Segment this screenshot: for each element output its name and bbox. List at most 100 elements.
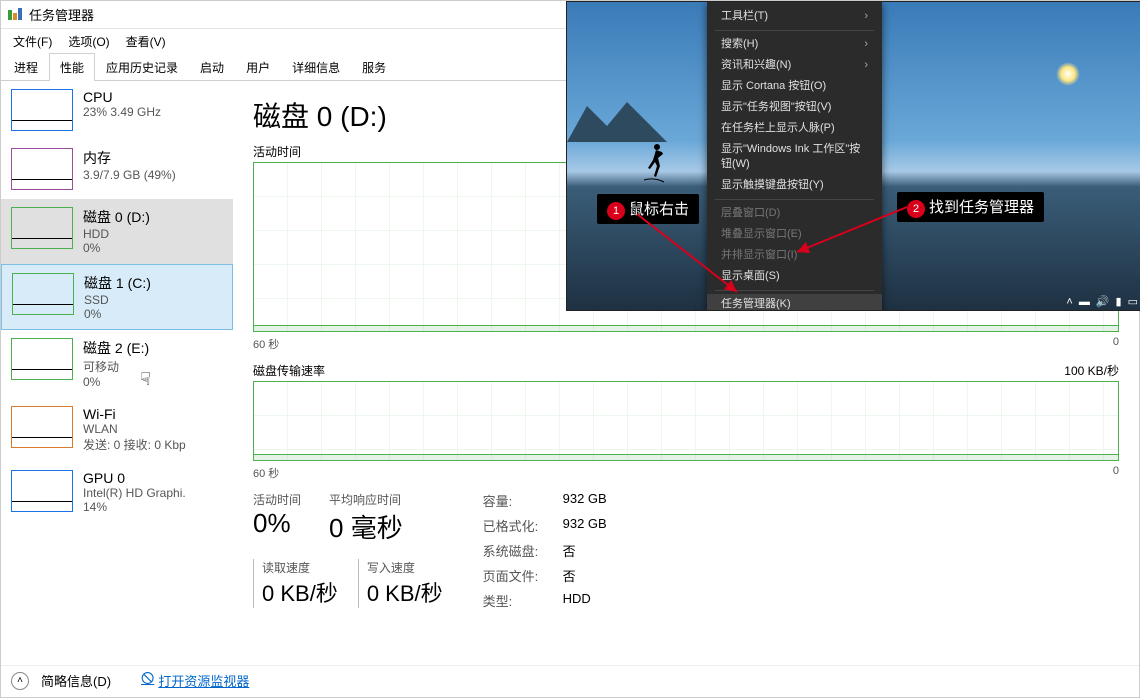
fewer-details-label[interactable]: 简略信息(D) — [41, 671, 111, 690]
stat-resp-label: 平均响应时间 — [329, 491, 403, 508]
tab-processes[interactable]: 进程 — [3, 53, 49, 81]
context-menu-item[interactable]: 显示 Cortana 按钮(O) — [707, 76, 882, 97]
tab-performance[interactable]: 性能 — [49, 53, 95, 81]
tab-users[interactable]: 用户 — [235, 53, 281, 81]
tab-details[interactable]: 详细信息 — [281, 53, 351, 81]
prop-value: 否 — [563, 566, 607, 585]
chart1-axis-left: 60 秒 — [253, 336, 279, 352]
prop-key: 系统磁盘: — [483, 541, 563, 560]
sidebar-thumb — [11, 470, 73, 512]
prop-key: 容量: — [483, 491, 563, 510]
sidebar-item-sub: 可移动 — [83, 358, 149, 375]
stat-active-label: 活动时间 — [253, 491, 301, 508]
tray-battery-icon[interactable]: ▮ — [1116, 295, 1122, 308]
chart-transfer-rate — [253, 381, 1119, 461]
stat-read-label: 读取速度 — [262, 559, 338, 576]
sidebar-item-sub2: 0% — [83, 375, 149, 389]
disk-properties: 容量:932 GB已格式化:932 GB系统磁盘:否页面文件:否类型:HDD — [483, 491, 607, 610]
context-menu-item[interactable]: 在任务栏上显示人脉(P) — [707, 118, 882, 139]
sidebar-item-title: GPU 0 — [83, 470, 186, 486]
callout-2: 2找到任务管理器 — [897, 192, 1044, 222]
menu-file[interactable]: 文件(F) — [5, 31, 60, 52]
sidebar-item-4[interactable]: 磁盘 2 (E:) 可移动 0% — [1, 330, 233, 398]
tab-services[interactable]: 服务 — [351, 53, 397, 81]
runner-figure — [639, 142, 669, 186]
fewer-details-icon[interactable]: ˄ — [11, 672, 29, 690]
chart2-label-left: 磁盘传输速率 — [253, 362, 325, 379]
sidebar-item-6[interactable]: GPU 0 Intel(R) HD Graphi. 14% — [1, 462, 233, 523]
menu-separator — [715, 30, 874, 31]
prop-value: HDD — [563, 591, 607, 610]
sidebar-item-sub2: 0% — [83, 241, 150, 255]
stat-resp-value: 0 毫秒 — [329, 508, 403, 545]
tab-app-history[interactable]: 应用历史记录 — [95, 53, 189, 81]
arrow-2 — [787, 202, 917, 262]
chart2-axis-left: 60 秒 — [253, 465, 279, 481]
menu-options[interactable]: 选项(O) — [60, 31, 117, 52]
sidebar-thumb — [12, 273, 74, 315]
sidebar-thumb — [11, 338, 73, 380]
stat-write-value: 0 KB/秒 — [367, 576, 443, 608]
sidebar[interactable]: CPU 23% 3.49 GHz 内存 3.9/7.9 GB (49%) 磁盘 … — [1, 81, 233, 665]
sidebar-item-sub2: 0% — [84, 307, 151, 321]
sidebar-thumb — [11, 406, 73, 448]
tray-notification-icon[interactable]: ▭ — [1128, 295, 1138, 308]
stat-write-label: 写入速度 — [367, 559, 443, 576]
sidebar-thumb — [11, 148, 73, 190]
context-menu-item[interactable]: 显示触摸键盘按钮(Y) — [707, 175, 882, 196]
sidebar-item-3[interactable]: 磁盘 1 (C:) SSD 0% — [1, 264, 233, 330]
sidebar-item-sub2: 发送: 0 接收: 0 Kbp — [83, 436, 186, 453]
chart1-axis-right: 0 — [1113, 336, 1119, 352]
prop-value: 否 — [563, 541, 607, 560]
prop-key: 类型: — [483, 591, 563, 610]
tray-volume-icon[interactable]: 🔊 — [1096, 295, 1110, 308]
prop-key: 页面文件: — [483, 566, 563, 585]
sidebar-item-0[interactable]: CPU 23% 3.49 GHz — [1, 81, 233, 140]
sidebar-item-title: 磁盘 1 (C:) — [84, 273, 151, 293]
context-menu-item[interactable]: 资讯和兴趣(N) — [707, 55, 882, 76]
context-menu-item[interactable]: 工具栏(T) — [707, 6, 882, 27]
sidebar-item-sub: 3.9/7.9 GB (49%) — [83, 168, 176, 182]
menu-view[interactable]: 查看(V) — [118, 31, 174, 52]
tab-startup[interactable]: 启动 — [189, 53, 235, 81]
sidebar-item-sub: SSD — [84, 293, 151, 307]
tray-up-icon[interactable]: ˄ — [1066, 296, 1072, 308]
prop-value: 932 GB — [563, 516, 607, 535]
window-title: 任务管理器 — [29, 5, 94, 24]
chart2-label-right: 100 KB/秒 — [1064, 362, 1119, 379]
sidebar-item-title: Wi-Fi — [83, 406, 186, 422]
prop-key: 已格式化: — [483, 516, 563, 535]
sidebar-item-sub2: 14% — [83, 500, 186, 514]
tray-network-icon[interactable]: ▬ — [1079, 296, 1090, 308]
system-tray: ˄ ▬ 🔊 ▮ ▭ — [1066, 295, 1138, 308]
bottom-bar: ˄ 简略信息(D) 🛇 打开资源监视器 — [1, 665, 1139, 695]
sidebar-item-title: 磁盘 2 (E:) — [83, 338, 149, 358]
sidebar-item-1[interactable]: 内存 3.9/7.9 GB (49%) — [1, 140, 233, 199]
tutorial-overlay: 工具栏(T) 搜索(H)资讯和兴趣(N)显示 Cortana 按钮(O)显示"任务… — [566, 1, 1140, 311]
sidebar-item-5[interactable]: Wi-Fi WLAN 发送: 0 接收: 0 Kbp — [1, 398, 233, 462]
sidebar-thumb — [11, 89, 73, 131]
context-menu-item[interactable]: 显示"任务视图"按钮(V) — [707, 97, 882, 118]
chart1-label-left: 活动时间 — [253, 143, 301, 160]
sidebar-item-title: CPU — [83, 89, 161, 105]
prop-value: 932 GB — [563, 491, 607, 510]
stat-active-value: 0% — [253, 508, 301, 539]
menu-separator — [715, 199, 874, 200]
sidebar-thumb — [11, 207, 73, 249]
sidebar-item-sub: 23% 3.49 GHz — [83, 105, 161, 119]
chart2-axis-right: 0 — [1113, 465, 1119, 481]
open-resmon-link[interactable]: 🛇 打开资源监视器 — [141, 670, 249, 692]
callout-badge-1: 1 — [607, 202, 625, 220]
sidebar-item-sub: Intel(R) HD Graphi. — [83, 486, 186, 500]
resmon-icon: 🛇 — [141, 670, 154, 692]
context-menu-item[interactable]: 显示"Windows Ink 工作区"按钮(W) — [707, 139, 882, 175]
stat-read-value: 0 KB/秒 — [262, 576, 338, 608]
sidebar-item-sub: WLAN — [83, 422, 186, 436]
sun-graphic — [1056, 62, 1080, 86]
context-menu-item[interactable]: 搜索(H) — [707, 34, 882, 55]
app-icon — [7, 7, 23, 23]
sidebar-item-title: 内存 — [83, 148, 176, 168]
sidebar-item-sub: HDD — [83, 227, 150, 241]
arrow-1 — [627, 202, 747, 302]
sidebar-item-2[interactable]: 磁盘 0 (D:) HDD 0% — [1, 199, 233, 264]
